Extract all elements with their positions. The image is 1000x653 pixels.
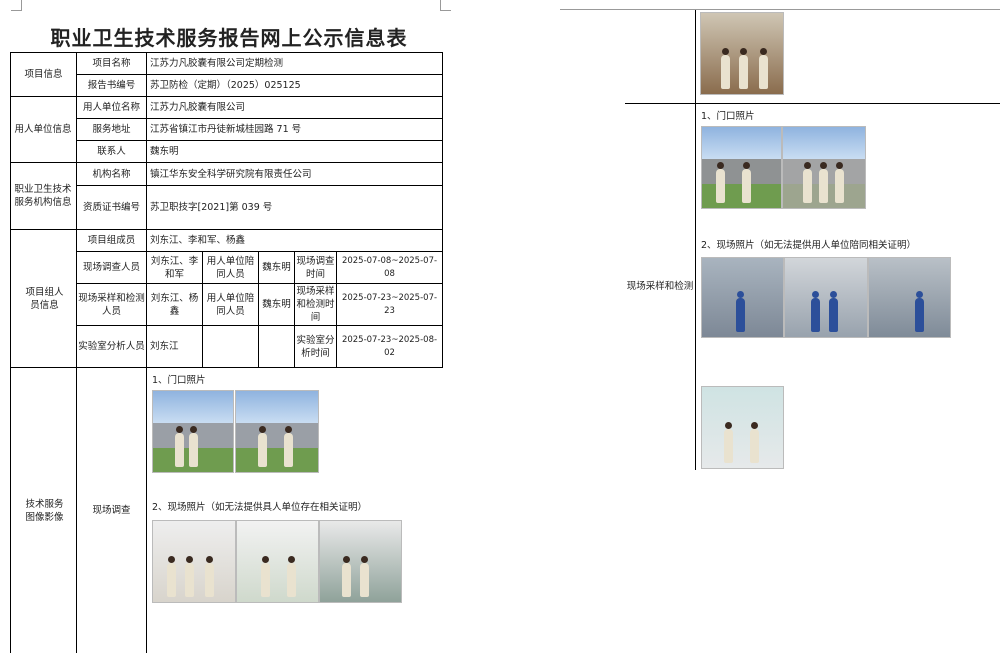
value-report-no: 苏卫防检（定期）（2025）025125 (150, 80, 301, 91)
label-employer-staff-2: 用人单位陪同人员 (206, 292, 255, 317)
label-cert-no: 资质证书编号 (82, 202, 140, 213)
caption-survey-gate: 1、门口照片 (152, 375, 206, 386)
page-left: 职业卫生技术服务报告网上公示信息表 项目信息 用人单位信息 职业卫生技术服务机构… (0, 0, 560, 653)
label-survey-time: 现场调查时间 (296, 255, 335, 280)
value-lab-time: 2025-07-23~2025-08-02 (341, 334, 438, 358)
value-survey-people: 刘东江、李和军 (150, 255, 199, 280)
caption-survey-site: 2、现场照片（如无法提供具人单位存在相关证明） (152, 502, 368, 513)
section-project-info: 项目信息 (24, 69, 63, 80)
value-sampling-people: 刘东江、杨鑫 (150, 292, 199, 317)
section-agency-info: 职业卫生技术服务机构信息 (14, 184, 72, 208)
value-project-name: 江苏力凡胶囊有限公司定期检测 (150, 58, 284, 69)
label-sampling-time: 现场采样和检测时间 (296, 286, 335, 323)
value-employer-staff-1: 魏东明 (262, 262, 291, 273)
page-right: 现场采样和检测 1、门口照片 2、现场照片（如无法提供用人单位陪同相关证明） (560, 0, 1000, 653)
caption-sampling-gate: 1、门口照片 (701, 111, 755, 122)
photo-sampling-site-1 (701, 257, 784, 338)
label-sampling-images: 现场采样和检测 (626, 281, 694, 292)
value-team: 刘东江、李和军、杨鑫 (150, 235, 246, 246)
page-title: 职业卫生技术服务报告网上公示信息表 (50, 26, 408, 50)
photo-survey-site-1 (152, 520, 236, 603)
crop-mark (11, 0, 22, 11)
value-sampling-time: 2025-07-23~2025-07-23 (341, 292, 438, 316)
photo-sampling-site-3 (868, 257, 951, 338)
label-lab-time: 实验室分析时间 (296, 334, 335, 359)
value-employer-staff-2: 魏东明 (262, 299, 291, 310)
photo-survey-site-4 (700, 12, 784, 95)
label-sampling-people: 现场采样和检测人员 (78, 292, 145, 317)
label-employer-staff-1: 用人单位陪同人员 (206, 255, 255, 280)
photo-sampling-site-2 (784, 257, 868, 338)
photo-survey-gate-1 (152, 390, 234, 473)
value-agency-name: 镇江华东安全科学研究院有限责任公司 (150, 168, 312, 180)
photo-sampling-gate-2 (782, 126, 866, 209)
section-images: 技术服务图像影像 (25, 498, 64, 523)
value-lab-people: 刘东江 (150, 341, 179, 352)
photo-sampling-site-4 (701, 386, 784, 469)
photo-survey-site-2 (236, 520, 319, 603)
photo-sampling-gate-1 (701, 126, 782, 209)
label-report-no: 报告书编号 (87, 80, 136, 91)
label-survey-people: 现场调查人员 (82, 262, 140, 273)
value-service-address: 江苏省镇江市丹徒新城桂园路 71 号 (150, 124, 302, 135)
caption-sampling-site: 2、现场照片（如无法提供用人单位陪同相关证明） (701, 240, 917, 251)
photo-survey-gate-2 (235, 390, 319, 473)
label-contact: 联系人 (97, 146, 126, 157)
section-employer-info: 用人单位信息 (14, 124, 72, 135)
photo-survey-site-3 (319, 520, 402, 603)
crop-mark (440, 0, 451, 11)
label-lab-people: 实验室分析人员 (78, 341, 145, 352)
label-agency-name: 机构名称 (92, 168, 131, 180)
label-employer-name: 用人单位名称 (82, 102, 140, 113)
label-service-address: 服务地址 (92, 124, 131, 135)
value-contact: 魏东明 (150, 146, 179, 157)
value-survey-time: 2025-07-08~2025-07-08 (341, 255, 438, 279)
section-team-info: 项目组人员信息 (25, 286, 64, 311)
value-cert-no: 苏卫职技字[2021]第 039 号 (150, 202, 273, 213)
label-survey-images: 现场调查 (92, 505, 131, 516)
label-project-name: 项目名称 (92, 58, 131, 69)
label-team: 项目组成员 (87, 235, 136, 246)
value-employer-name: 江苏力凡胶囊有限公司 (150, 102, 246, 113)
